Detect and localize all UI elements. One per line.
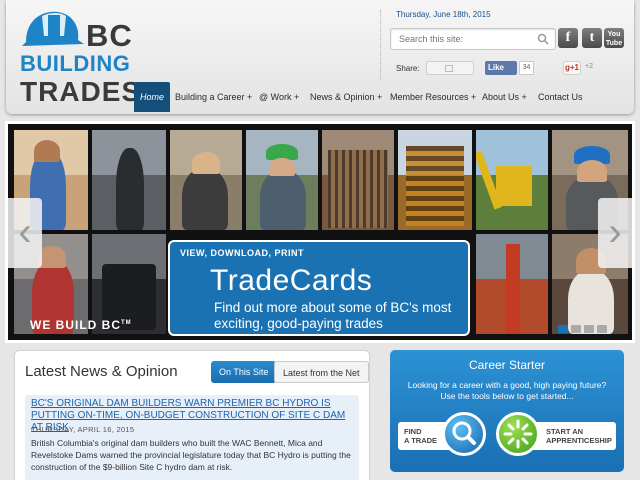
search-input[interactable] (399, 33, 529, 45)
photo-tile (322, 130, 394, 230)
starburst-icon (503, 419, 533, 449)
tab-on-this-site[interactable]: On This Site (211, 361, 277, 383)
google-plus-count: +2 (585, 63, 593, 70)
tradecards-kicker: VIEW, DOWNLOAD, PRINT (180, 248, 304, 258)
photo-tile (476, 234, 548, 334)
slider-next-arrow[interactable]: › (598, 198, 632, 268)
slider-dot[interactable] (558, 325, 568, 333)
tradecards-subtitle: Find out more about some of BC's most ex… (214, 300, 452, 331)
main-nav: Home Building a Career + @ Work + News &… (134, 82, 634, 112)
find-a-trade-search-icon[interactable] (442, 412, 486, 456)
trademark-mark: TM (121, 320, 132, 326)
nav-about-us[interactable]: About Us + (482, 82, 527, 112)
slider-dot[interactable] (571, 325, 581, 333)
logo-trades-text: TRADES (20, 76, 142, 107)
slider-dots (558, 320, 610, 338)
share-label: Share: (396, 64, 420, 73)
nav-building-a-career[interactable]: Building a Career + (175, 82, 252, 112)
search-icon[interactable] (537, 33, 549, 45)
nav-home[interactable]: Home (134, 82, 171, 112)
slider-dot[interactable] (584, 325, 594, 333)
slider-prev-arrow[interactable]: ‹ (8, 198, 42, 268)
logo-building-text: BUILDING (20, 51, 131, 76)
search-box[interactable] (390, 28, 556, 50)
facebook-like-button[interactable]: Like (485, 61, 517, 75)
career-starter-title: Career Starter (468, 358, 546, 372)
tab-latest-from-the-net[interactable]: Latest from the Net (274, 361, 369, 383)
share-icon (445, 65, 453, 72)
twitter-icon[interactable]: t (582, 28, 602, 48)
nav-member-resources[interactable]: Member Resources + (390, 82, 476, 112)
latest-news-panel: Latest News & Opinion On This Site Lates… (14, 350, 370, 480)
current-date: Thursday, June 18th, 2015 (396, 10, 491, 19)
photo-tile (92, 130, 166, 230)
hero-slider[interactable]: VIEW, DOWNLOAD, PRINT TradeCards Find ou… (8, 124, 632, 340)
article-excerpt: British Columbia's original dam builders… (31, 438, 351, 472)
tradecards-title: TradeCards (210, 264, 373, 297)
like-label: Like (488, 63, 505, 72)
article-date: THURSDAY, APRIL 16, 2015 (31, 425, 135, 434)
like-count: 34 (519, 61, 534, 75)
site-header: BC BUILDING TRADES Thursday, June 18th, … (6, 0, 634, 114)
photo-tile (398, 130, 472, 230)
share-button[interactable] (426, 61, 474, 75)
slider-dot[interactable] (597, 325, 607, 333)
nav-contact-us[interactable]: Contact Us (538, 82, 583, 112)
start-apprenticeship-burst-icon[interactable] (496, 412, 540, 456)
photo-tile (476, 130, 548, 230)
tradecards-promo[interactable]: VIEW, DOWNLOAD, PRINT TradeCards Find ou… (168, 240, 470, 336)
header-divider (380, 10, 381, 80)
photo-tile (170, 130, 242, 230)
nav-at-work[interactable]: @ Work + (259, 82, 299, 112)
career-starter-panel: Career Starter Looking for a career with… (390, 350, 624, 472)
bc-building-trades-logo[interactable]: BC BUILDING TRADES (16, 4, 140, 107)
hard-hat-icon (22, 11, 84, 46)
news-section-title: Latest News & Opinion (25, 363, 178, 380)
start-apprenticeship-label-1: START AN (546, 427, 584, 436)
career-starter-text: Looking for a career with a good, high p… (407, 380, 607, 401)
news-article: BC'S ORIGINAL DAM BUILDERS WARN PREMIER … (25, 395, 359, 480)
nav-news-opinion[interactable]: News & Opinion + (310, 82, 382, 112)
youtube-icon[interactable]: You Tube (604, 28, 624, 48)
magnifier-icon (452, 421, 476, 445)
logo-bc-text: BC (86, 18, 133, 53)
google-plus-button[interactable]: g+1 (563, 61, 581, 75)
we-build-bc-text: WE BUILD BCTM (30, 318, 132, 332)
start-apprenticeship-label-2: APPRENTICESHIP (546, 436, 612, 445)
photo-tile (246, 130, 318, 230)
we-build-bc-label: WE BUILD BC (30, 318, 121, 332)
facebook-icon[interactable]: f (558, 28, 578, 48)
